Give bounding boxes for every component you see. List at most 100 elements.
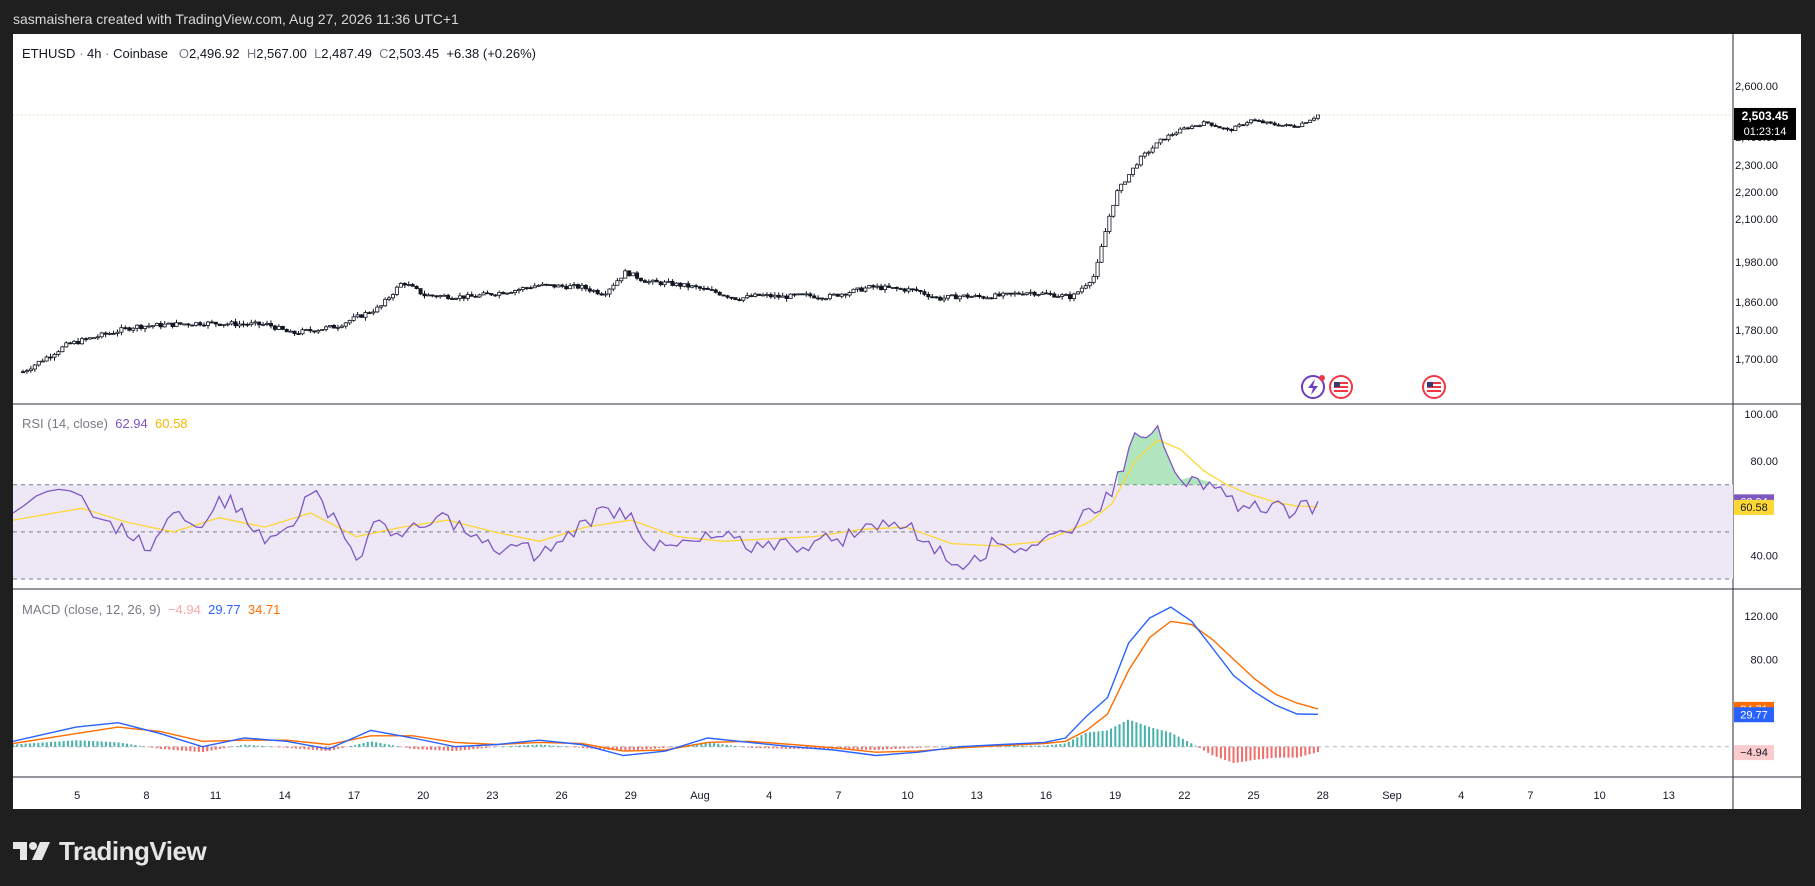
candle-body — [666, 280, 671, 283]
time-tick-label: 5 — [74, 790, 80, 802]
macd-histogram-bar — [1215, 746, 1218, 757]
candle-body — [737, 299, 742, 301]
macd-histogram-bar — [83, 740, 86, 747]
macd-histogram-bar — [227, 746, 230, 748]
candle-body — [847, 292, 852, 296]
macd-histogram-bar — [75, 740, 78, 747]
macd-histogram-bar — [379, 743, 382, 747]
macd-histogram-bar — [1072, 739, 1075, 747]
macd-histogram-bar — [142, 746, 145, 747]
candle-body — [768, 294, 773, 298]
macd-histogram-bar — [134, 745, 137, 747]
candle-body — [528, 287, 533, 290]
chart-container[interactable]: 2,600.002,500.002,400.002,300.002,200.00… — [13, 34, 1801, 809]
macd-histogram-bar — [1266, 746, 1269, 759]
candle-body — [863, 287, 868, 292]
macd-pane: 120.0080.00 34.71 29.77 −4.94 — [13, 606, 1778, 763]
macd-histogram-bar — [468, 746, 471, 750]
macd-histogram-bar — [71, 740, 74, 747]
macd-histogram-bar — [1186, 741, 1189, 747]
macd-histogram-bar — [24, 743, 27, 747]
macd-title[interactable]: MACD (close, 12, 26, 9) — [22, 602, 161, 617]
candle-body — [709, 289, 714, 291]
candle-body — [367, 312, 372, 314]
macd-histogram-bar — [1224, 746, 1227, 760]
price-tick-label: 2,200.00 — [1735, 187, 1778, 199]
macd-histogram-bar — [1207, 746, 1210, 753]
macd-histogram-bar — [869, 746, 872, 750]
rsi-title[interactable]: RSI (14, close) — [22, 416, 108, 431]
candle-body — [426, 294, 431, 297]
symbol-name[interactable]: ETHUSD — [22, 46, 75, 61]
candle-body — [678, 282, 683, 287]
rsi-axis: 100.00 80.00 40.00 — [1744, 409, 1778, 562]
candle-body — [398, 282, 403, 288]
lightning-event-icon[interactable] — [1301, 375, 1325, 399]
candle-body — [1162, 138, 1167, 141]
macd-histogram-bar — [50, 741, 53, 747]
candle-body — [284, 329, 289, 333]
macd-histogram-bar — [632, 746, 635, 751]
pane-separators — [13, 34, 1801, 809]
candle-body — [753, 293, 758, 298]
macd-histogram-bar — [354, 744, 357, 747]
candle-body — [24, 370, 29, 373]
candle-body — [1182, 127, 1187, 130]
macd-histogram-bar — [430, 746, 433, 750]
macd-hist-value: −4.94 — [167, 602, 201, 617]
macd-histogram-bar — [164, 746, 167, 750]
candle-body — [682, 283, 687, 287]
candle-body — [280, 325, 285, 330]
chart-canvas[interactable]: 2,600.002,500.002,400.002,300.002,200.00… — [13, 34, 1801, 809]
symbol-interval[interactable]: 4h — [87, 46, 101, 61]
candle-body — [603, 293, 608, 296]
candle-body — [572, 284, 577, 287]
us-flag-event-icon[interactable] — [1329, 375, 1353, 399]
candle-body — [1225, 127, 1230, 130]
footer-logo[interactable]: TradingView — [13, 833, 207, 869]
macd-histogram-bar — [28, 743, 31, 747]
candle-body — [784, 295, 789, 299]
candle-body — [1119, 183, 1124, 192]
macd-histogram-bar — [763, 746, 766, 749]
macd-histogram-bar — [1262, 746, 1265, 759]
candle-body — [410, 284, 415, 287]
macd-histogram-bar — [485, 746, 488, 748]
macd-histogram-bar — [383, 743, 386, 747]
macd-histogram-bar — [941, 746, 944, 748]
candle-body — [942, 297, 947, 301]
candle-body — [595, 289, 600, 295]
us-flag-event-icon[interactable] — [1422, 375, 1446, 399]
macd-histogram-bar — [1308, 746, 1311, 755]
time-tick-label: 16 — [1040, 790, 1052, 802]
candle-body — [375, 306, 380, 313]
macd-histogram-bar — [413, 746, 416, 749]
macd-histogram-bar — [358, 743, 361, 747]
macd-histogram-bar — [1160, 730, 1163, 747]
macd-tick-label: 80.00 — [1750, 654, 1778, 666]
macd-histogram-bar — [531, 744, 534, 747]
macd-histogram-bar — [945, 746, 948, 747]
macd-histogram-bar — [1228, 746, 1231, 762]
macd-histogram-bar — [561, 746, 564, 747]
svg-text:−4.94: −4.94 — [1740, 747, 1768, 759]
time-axis[interactable]: 25811141720232629Aug4710131619222528Sep4… — [13, 790, 1675, 802]
macd-histogram-bar — [337, 746, 340, 749]
macd-histogram-bar — [1156, 729, 1159, 747]
candle-body — [1300, 122, 1305, 127]
candle-body — [556, 284, 561, 288]
macd-histogram-bar — [58, 741, 61, 747]
candle-body — [977, 295, 982, 298]
candle-body — [430, 294, 435, 297]
candle-body — [1142, 152, 1147, 157]
candle-body — [359, 314, 364, 318]
macd-histogram-bar — [1101, 730, 1104, 747]
candle-body — [209, 321, 214, 324]
macd-histogram-bar — [637, 746, 640, 750]
candle-body — [1260, 120, 1265, 124]
macd-histogram-bar — [1198, 746, 1201, 749]
price-tick-label: 1,980.00 — [1735, 257, 1778, 269]
candle-body — [20, 371, 25, 374]
candle-body — [296, 333, 301, 335]
candle-body — [749, 295, 754, 298]
